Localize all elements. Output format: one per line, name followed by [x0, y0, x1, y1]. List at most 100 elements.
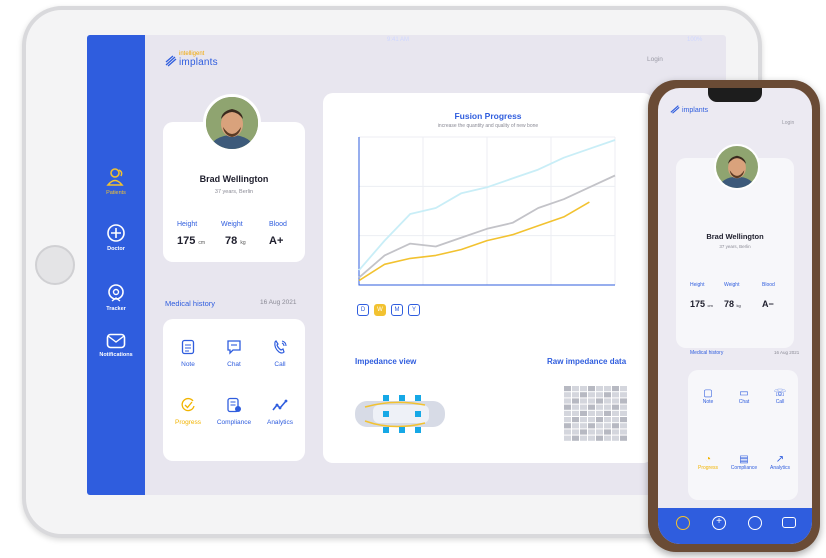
- login-link[interactable]: Login: [647, 56, 663, 63]
- height-number: 175: [177, 235, 196, 247]
- phone-history-label: Call: [775, 399, 785, 405]
- history-item-chat[interactable]: Chat: [212, 339, 256, 368]
- profile-card: Brad Wellington 37 years, Berlin Height …: [163, 94, 305, 262]
- phone-profile-name: Brad Wellington: [706, 232, 764, 241]
- history-item-label: Note: [181, 361, 195, 368]
- phone-history-call[interactable]: ☏ Call: [763, 388, 797, 405]
- battery-indicator: 100%: [687, 37, 703, 43]
- history-item-progress[interactable]: Progress: [166, 397, 210, 426]
- raw-impedance-table-icon: [564, 386, 627, 441]
- raw-impedance-cell: [604, 398, 611, 404]
- phone-logo-text: implants: [682, 107, 709, 114]
- avatar: [203, 94, 261, 152]
- profile-subtitle: 37 years, Berlin: [214, 189, 254, 195]
- chart-series-line-2: [358, 201, 590, 282]
- progress-icon: [181, 397, 195, 412]
- sidebar-item-label: Tracker: [106, 306, 126, 312]
- phone-history-label: Chat: [738, 399, 750, 405]
- raw-impedance-cell: [596, 423, 603, 429]
- raw-impedance-cell: [572, 392, 579, 398]
- raw-impedance-cell: [564, 410, 571, 416]
- raw-impedance-cell: [604, 404, 611, 410]
- phone-history-title: Medical history: [690, 350, 724, 356]
- impedance-view-title: Impedance view: [355, 357, 417, 366]
- phone-height-unit: cm: [707, 303, 713, 308]
- segment-m[interactable]: M: [391, 304, 403, 316]
- phone-tab-mail-icon[interactable]: [782, 517, 796, 528]
- raw-impedance-cell: [596, 410, 603, 416]
- history-item-call[interactable]: Call: [258, 339, 302, 368]
- segment-w[interactable]: W: [374, 304, 386, 316]
- phone-weight-label: Weight: [724, 282, 740, 288]
- phone-weight-value: 78 kg: [724, 299, 741, 309]
- phone-history-note[interactable]: ▢ Note: [691, 388, 725, 405]
- segment-d[interactable]: D: [357, 304, 369, 316]
- mail-icon: [106, 333, 126, 349]
- phone-height-value: 175 cm: [690, 299, 713, 309]
- raw-impedance-cell: [612, 423, 619, 429]
- phone-weight-number: 78: [724, 299, 735, 309]
- raw-impedance-cell: [596, 392, 603, 398]
- phone-blood-label: Blood: [762, 282, 775, 288]
- height-unit: cm: [198, 240, 206, 246]
- raw-impedance-cell: [564, 392, 571, 398]
- history-item-note[interactable]: Note: [166, 339, 210, 368]
- sidebar-item-notifications[interactable]: Notifications: [87, 333, 145, 358]
- phone-tab-doctor-icon[interactable]: +: [712, 516, 726, 530]
- phone-tab-bar: +: [658, 508, 812, 544]
- phone-history-progress[interactable]: ◔ Progress: [691, 454, 725, 471]
- sidebar-item-patients[interactable]: Patients: [87, 167, 145, 196]
- phone-login-link[interactable]: Login: [782, 120, 794, 126]
- phone-history-compliance[interactable]: ▤ Compliance: [727, 454, 761, 471]
- raw-impedance-cell: [588, 435, 595, 441]
- tablet-screen: ●●●○○ 9:41 AM 100% Patients Doctor Track…: [87, 35, 726, 495]
- raw-impedance-cell: [604, 417, 611, 423]
- segment-y[interactable]: Y: [408, 304, 420, 316]
- history-item-analytics[interactable]: Analytics: [258, 397, 302, 426]
- sidebar-item-tracker[interactable]: Tracker: [87, 283, 145, 312]
- phone-history-analytics[interactable]: ↗ Analytics: [763, 454, 797, 471]
- phone-blood-value: A−: [762, 299, 774, 309]
- phone-tab-patients-icon[interactable]: [676, 516, 690, 530]
- raw-impedance-cell: [564, 423, 571, 429]
- raw-impedance-cell: [604, 410, 611, 416]
- weight-label: Weight: [221, 221, 243, 228]
- logo-mark-icon: [165, 55, 177, 67]
- history-item-label: Progress: [174, 419, 201, 426]
- status-bar: ●●●○○ 9:41 AM 100%: [87, 35, 726, 47]
- raw-impedance-cell: [588, 392, 595, 398]
- patients-icon: [106, 168, 124, 186]
- raw-impedance-cell: [572, 429, 579, 435]
- fusion-chart: [358, 136, 616, 286]
- raw-impedance-cell: [612, 410, 619, 416]
- raw-impedance-cell: [612, 398, 619, 404]
- sidebar-item-doctor[interactable]: Doctor: [87, 223, 145, 252]
- raw-impedance-cell: [620, 404, 627, 410]
- raw-impedance-cell: [596, 404, 603, 410]
- history-item-compliance[interactable]: Compliance: [212, 397, 256, 426]
- raw-impedance-cell: [580, 392, 587, 398]
- raw-impedance-cell: [620, 398, 627, 404]
- raw-impedance-title: Raw impedance data: [547, 357, 627, 366]
- note-icon: [181, 339, 195, 355]
- raw-impedance-cell: [588, 423, 595, 429]
- tracker-icon: [108, 284, 124, 302]
- raw-impedance-cell: [604, 386, 611, 392]
- history-item-label: Compliance: [216, 419, 252, 426]
- logo-text: implants: [179, 57, 218, 68]
- phone-tab-tracker-icon[interactable]: [748, 516, 762, 530]
- raw-impedance-cell: [620, 392, 627, 398]
- sidebar-item-label: Doctor: [107, 246, 125, 252]
- raw-impedance-cell: [572, 423, 579, 429]
- raw-impedance-cell: [620, 417, 627, 423]
- raw-impedance-cell: [580, 398, 587, 404]
- phone-history-chat[interactable]: ▭ Chat: [727, 388, 761, 405]
- blood-label: Blood: [269, 221, 287, 228]
- raw-impedance-cell: [596, 429, 603, 435]
- raw-impedance-cell: [612, 392, 619, 398]
- phone-height-label: Height: [690, 282, 705, 288]
- home-button[interactable]: [35, 245, 75, 285]
- phone-history-label: Progress: [697, 465, 718, 471]
- raw-impedance-cell: [572, 417, 579, 423]
- raw-impedance-cell: [604, 435, 611, 441]
